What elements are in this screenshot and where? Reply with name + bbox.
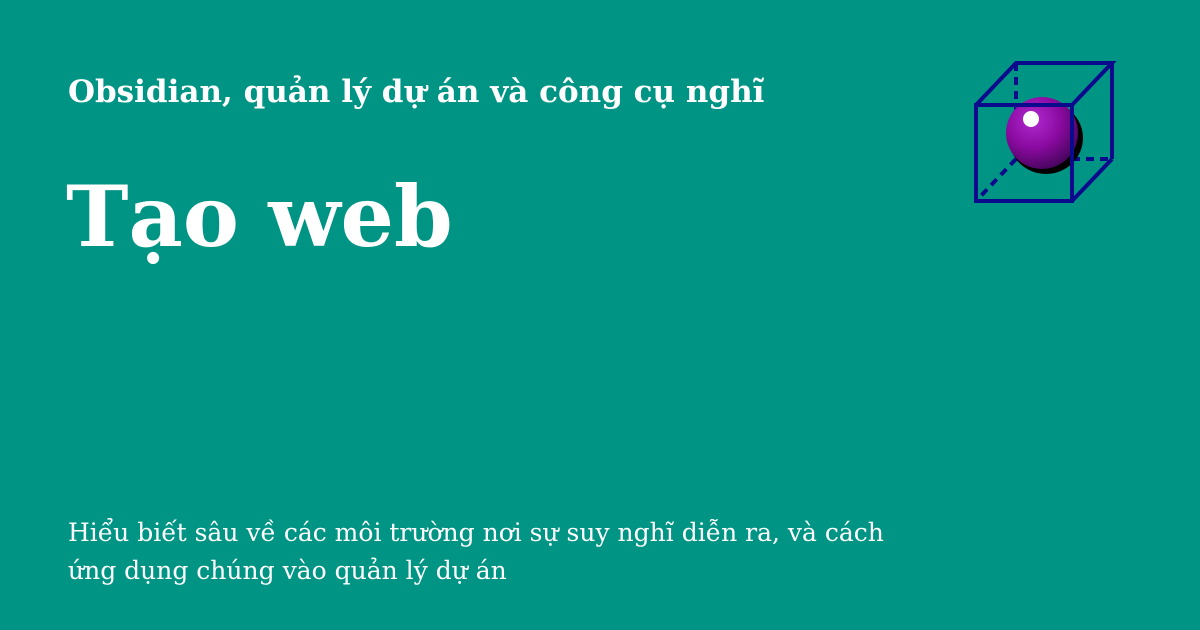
site-name: Obsidian, quản lý dự án và công cụ nghĩ [68, 74, 765, 110]
page-title: Tạo web [66, 167, 453, 266]
cube-with-sphere-icon [974, 61, 1117, 203]
page-description: Hiểu biết sâu về các môi trường nơi sự s… [68, 518, 884, 585]
